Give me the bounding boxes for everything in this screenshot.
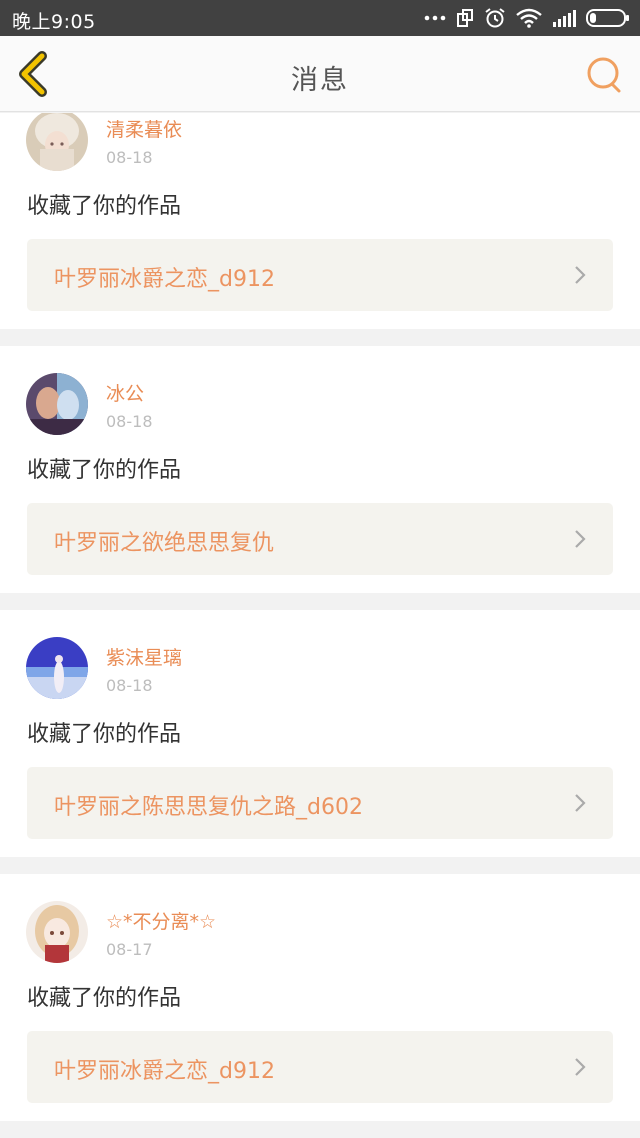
chevron-right-icon [575, 1058, 586, 1076]
username[interactable]: ☆*不分离*☆ [106, 907, 216, 934]
username[interactable]: 清柔暮依 [106, 115, 182, 142]
message-card: ☆*不分离*☆ 08-17 收藏了你的作品 叶罗丽冰爵之恋_d912 [0, 874, 640, 1121]
message-card: 冰公 08-18 收藏了你的作品 叶罗丽之欲绝思思复仇 [0, 346, 640, 593]
search-button[interactable] [584, 54, 626, 96]
work-title: 叶罗丽之陈思思复仇之路_d602 [54, 795, 363, 820]
message-date: 08-17 [106, 940, 153, 959]
chevron-right-icon [575, 266, 586, 284]
work-link[interactable]: 叶罗丽冰爵之恋_d912 [27, 239, 613, 311]
avatar[interactable] [26, 901, 88, 963]
work-link[interactable]: 叶罗丽冰爵之恋_d912 [27, 1031, 613, 1103]
work-link[interactable]: 叶罗丽之陈思思复仇之路_d602 [27, 767, 613, 839]
chevron-right-icon [575, 530, 586, 548]
message-action: 收藏了你的作品 [27, 986, 182, 1011]
status-bar: 晚上9:05 [0, 0, 640, 36]
message-action: 收藏了你的作品 [27, 194, 182, 219]
message-action: 收藏了你的作品 [27, 458, 182, 483]
wifi-icon [516, 8, 542, 28]
app-header: 消息 [0, 36, 640, 112]
username[interactable]: 冰公 [106, 379, 144, 406]
message-card: 清柔暮依 08-18 收藏了你的作品 叶罗丽冰爵之恋_d912 [0, 113, 640, 329]
avatar[interactable] [26, 373, 88, 435]
page-title: 消息 [291, 65, 349, 96]
screen-rotate-icon [457, 9, 473, 27]
alarm-icon [485, 8, 505, 28]
more-dots-icon [424, 15, 446, 21]
message-list[interactable]: 清柔暮依 08-18 收藏了你的作品 叶罗丽冰爵之恋_d912 冰公 08-18… [0, 113, 640, 1138]
battery-icon [586, 9, 629, 27]
work-link[interactable]: 叶罗丽之欲绝思思复仇 [27, 503, 613, 575]
work-title: 叶罗丽之欲绝思思复仇 [54, 531, 275, 556]
chevron-right-icon [575, 794, 586, 812]
message-date: 08-18 [106, 412, 153, 431]
work-title: 叶罗丽冰爵之恋_d912 [54, 267, 275, 292]
message-date: 08-18 [106, 676, 153, 695]
message-action: 收藏了你的作品 [27, 722, 182, 747]
avatar[interactable] [26, 637, 88, 699]
message-date: 08-18 [106, 148, 153, 167]
status-icons [424, 6, 630, 30]
signal-icon [553, 10, 576, 27]
work-title: 叶罗丽冰爵之恋_d912 [54, 1059, 275, 1084]
status-time: 晚上9:05 [12, 11, 96, 33]
avatar[interactable] [26, 113, 88, 171]
message-card: 紫沫星璃 08-18 收藏了你的作品 叶罗丽之陈思思复仇之路_d602 [0, 610, 640, 857]
username[interactable]: 紫沫星璃 [106, 643, 182, 670]
search-icon [587, 57, 621, 93]
